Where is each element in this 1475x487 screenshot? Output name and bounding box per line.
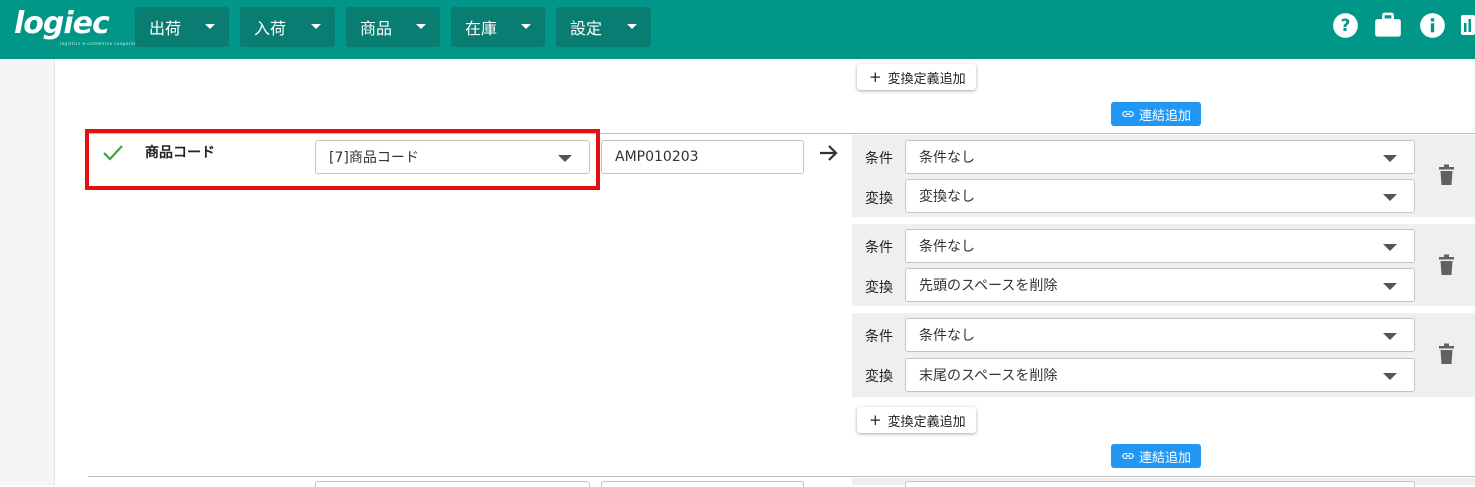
nav-receiving[interactable]: 入荷 [240,7,335,47]
transform-label: 変換 [865,191,893,207]
nav-inventory[interactable]: 在庫 [451,7,545,47]
add-link-button[interactable]: 連結追加 [1111,102,1202,126]
nav-shipping[interactable]: 出荷 [135,7,229,47]
transform-select[interactable]: 先頭のスペースを削除 [905,268,1415,302]
nav-label: 出荷 [149,19,182,38]
link-icon [1122,453,1134,459]
transform-select[interactable]: 変換なし [905,179,1415,213]
help-icon[interactable]: ? [1331,11,1359,39]
condition-select[interactable]: 条件なし [905,140,1415,174]
arrow-right-icon [820,145,838,161]
transform-label: 変換 [865,280,893,296]
svg-text:?: ? [1340,15,1350,35]
logo-subtext: logistics e-commerce cooperation [60,41,144,46]
condition-value: 条件なし [919,150,975,166]
condition-select[interactable]: 条件なし [905,318,1415,352]
dropdown-arrow-icon [1383,194,1397,201]
link-icon [1122,111,1134,117]
add-link-button[interactable]: 連結追加 [1111,444,1202,468]
dropdown-arrow-icon [1383,155,1397,162]
column-select-value: [7]商品コード [329,150,419,166]
transform-select[interactable]: 末尾のスペースを削除 [905,358,1415,392]
sidebar [0,59,55,485]
briefcase-icon[interactable] [1374,11,1402,39]
next-column-select[interactable] [315,481,590,487]
next-sample-field[interactable] [601,481,804,487]
dropdown-arrow-icon [1383,283,1397,290]
caret-down-icon [205,24,215,29]
column-select[interactable]: [7]商品コード [315,140,590,174]
nav-settings[interactable]: 設定 [556,7,651,47]
row-divider [88,476,1475,477]
transform-value: 先頭のスペースを削除 [919,278,1058,294]
condition-select[interactable]: 条件なし [905,229,1415,263]
condition-value: 条件なし [919,328,975,344]
nav-label: 入荷 [254,19,287,38]
caret-down-icon [416,24,426,29]
dropdown-arrow-icon [1383,333,1397,340]
condition-label: 条件 [865,240,893,256]
sample-value-field[interactable]: AMP010203 [601,140,804,174]
transform-value: 末尾のスペースを削除 [919,368,1058,384]
nav-label: 商品 [360,19,393,38]
condition-value: 条件なし [919,239,975,255]
add-link-label: 連結追加 [1139,108,1192,124]
dropdown-arrow-icon [1383,373,1397,380]
caret-down-icon [627,24,637,29]
trash-icon[interactable] [1438,164,1455,186]
field-label: 商品コード [145,145,215,161]
logo[interactable]: logiec [14,8,110,40]
transform-label: 変換 [865,369,893,385]
trash-icon[interactable] [1438,254,1455,276]
chart-icon[interactable] [1460,11,1475,39]
dropdown-arrow-icon [1383,244,1397,251]
check-icon [103,145,123,161]
dropdown-arrow-icon [558,155,572,162]
plus-icon: + [869,68,882,86]
add-conversion-button[interactable]: + 変換定義追加 [857,64,976,90]
next-condition-select[interactable] [905,481,1415,487]
add-conversion-label: 変換定義追加 [887,414,966,430]
add-link-label: 連結追加 [1139,450,1192,466]
condition-label: 条件 [865,151,893,167]
nav-label: 設定 [570,19,603,38]
condition-label: 条件 [865,329,893,345]
plus-icon: + [869,411,882,429]
add-conversion-label: 変換定義追加 [887,71,966,87]
sample-value: AMP010203 [615,149,699,165]
app-header: logiec logistics e-commerce cooperation … [0,0,1475,59]
nav-products[interactable]: 商品 [346,7,440,47]
caret-down-icon [311,24,321,29]
add-conversion-button[interactable]: + 変換定義追加 [857,407,976,433]
info-icon[interactable] [1418,11,1446,39]
trash-icon[interactable] [1438,343,1455,365]
caret-down-icon [521,24,531,29]
nav-label: 在庫 [465,19,498,38]
transform-value: 変換なし [919,189,975,205]
